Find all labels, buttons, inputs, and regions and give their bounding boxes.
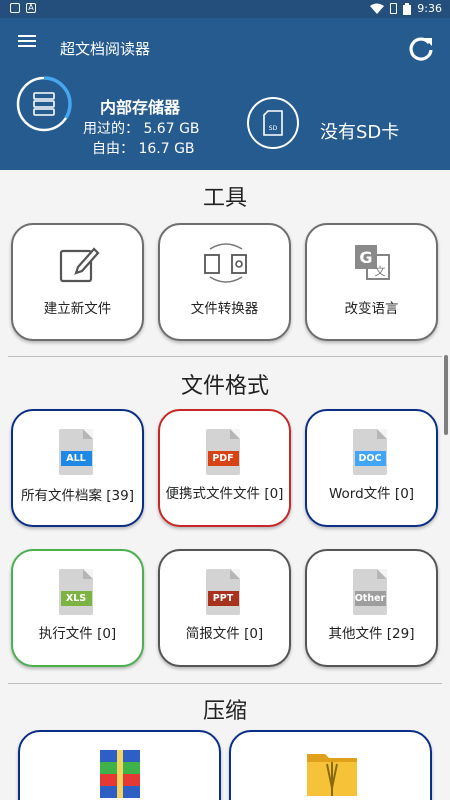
file-formats-section-title: 文件格式: [180, 374, 269, 399]
a-icon: A: [26, 3, 36, 13]
format-card-all[interactable]: ALL 所有文件档案 [39]: [11, 409, 144, 527]
server-storage-icon: [33, 92, 55, 116]
storage-progress-ring: [16, 76, 72, 132]
compression-section-title: 压缩: [202, 699, 247, 724]
format-label-xls: 执行文件 [0]: [38, 626, 117, 642]
sd-card-circle: SD: [247, 97, 299, 149]
storage-free: 自由： 16.7 GB: [92, 141, 195, 157]
format-label-doc: Word文件 [0]: [328, 486, 415, 502]
other-file-icon: Other: [352, 569, 391, 617]
new-file-label: 建立新文件: [43, 301, 112, 317]
format-label-pdf: 便携式文件文件 [0]: [165, 486, 284, 502]
format-card-other[interactable]: Other 其他文件 [29]: [305, 549, 438, 667]
app-title: 超文档阅读器: [60, 40, 151, 58]
svg-text:文: 文: [375, 264, 386, 278]
storage-used: 用过的： 5.67 GB: [83, 121, 200, 137]
all-files-icon: ALL: [58, 429, 97, 477]
format-card-ppt[interactable]: PPT 简报文件 [0]: [158, 549, 291, 667]
wifi-icon: [370, 3, 385, 14]
zip-card[interactable]: [229, 730, 432, 800]
status-time: 9:36: [417, 2, 442, 15]
change-language-label: 改变语言: [344, 301, 399, 317]
scrollbar[interactable]: [444, 355, 448, 435]
doc-file-icon: DOC: [352, 429, 391, 477]
format-card-doc[interactable]: DOC Word文件 [0]: [305, 409, 438, 527]
svg-text:SD: SD: [269, 125, 278, 132]
format-card-xls[interactable]: XLS 执行文件 [0]: [11, 549, 144, 667]
file-converter-icon: [204, 243, 247, 283]
status-bar: A 9:36: [0, 0, 450, 18]
hamburger-menu-icon[interactable]: [18, 35, 36, 49]
no-sd-card-label: 没有SD卡: [320, 122, 400, 143]
format-label-all: 所有文件档案 [39]: [20, 488, 134, 504]
language-icon: G 文: [355, 245, 390, 280]
format-card-pdf[interactable]: PDF 便携式文件文件 [0]: [158, 409, 291, 527]
tools-section-title: 工具: [202, 186, 247, 211]
ppt-file-icon: PPT: [205, 569, 244, 617]
format-label-ppt: 简报文件 [0]: [185, 626, 264, 642]
format-label-other: 其他文件 [29]: [328, 626, 415, 642]
rar-card[interactable]: [18, 730, 221, 800]
divider: [8, 356, 442, 357]
new-file-icon: [59, 247, 100, 283]
divider: [8, 683, 442, 684]
battery-icon: [403, 2, 412, 15]
change-language-card[interactable]: G 文 改变语言: [305, 223, 438, 341]
svg-text:G: G: [359, 248, 372, 267]
xls-file-icon: XLS: [58, 569, 97, 617]
app-bar: 超文档阅读器 内部存储器 用过的： 5.67 GB 自由： 16.7 GB SD…: [0, 18, 450, 170]
sd-card-icon: SD: [263, 110, 283, 136]
rar-archive-icon: [100, 750, 140, 798]
file-converter-card[interactable]: 文件转换器: [158, 223, 291, 341]
pdf-file-icon: PDF: [205, 429, 244, 477]
internal-storage-title: 内部存储器: [100, 98, 181, 117]
new-file-card[interactable]: 建立新文件: [11, 223, 144, 341]
sd-card-icon: [10, 3, 20, 13]
refresh-icon[interactable]: [406, 34, 436, 64]
zip-folder-icon: [307, 754, 357, 796]
lock-icon: [390, 3, 398, 14]
file-converter-label: 文件转换器: [190, 301, 259, 317]
